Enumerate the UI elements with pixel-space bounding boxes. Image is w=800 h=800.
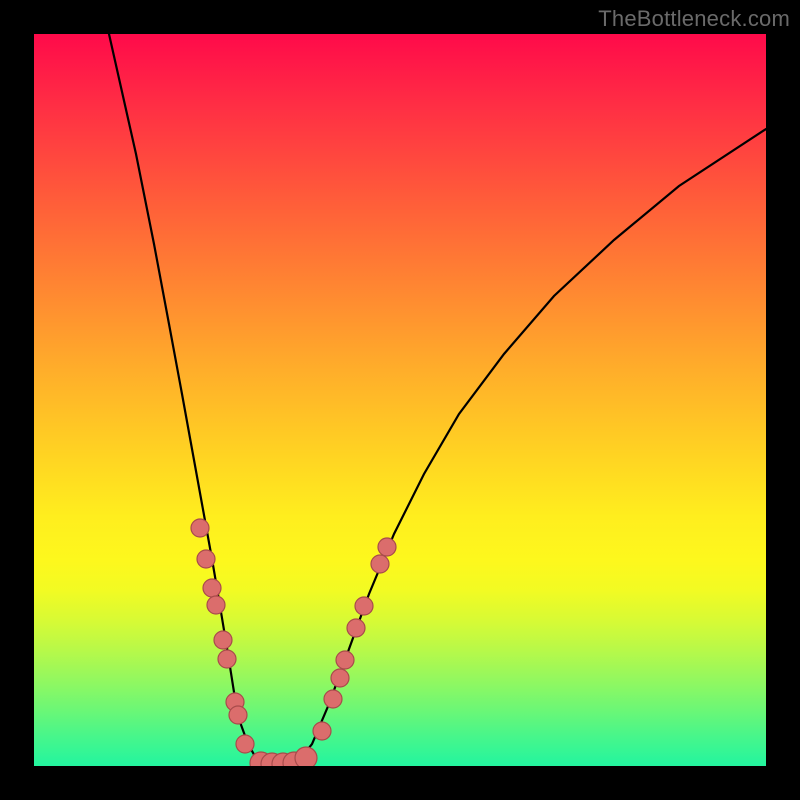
watermark-text: TheBottleneck.com — [598, 6, 790, 32]
data-marker — [191, 519, 209, 537]
data-marker — [355, 597, 373, 615]
data-marker — [197, 550, 215, 568]
data-marker — [347, 619, 365, 637]
data-marker — [331, 669, 349, 687]
data-marker — [371, 555, 389, 573]
data-marker — [378, 538, 396, 556]
chart-svg — [34, 34, 766, 766]
data-marker — [313, 722, 331, 740]
data-marker — [336, 651, 354, 669]
marker-group — [191, 519, 396, 766]
chart-frame — [34, 34, 766, 766]
data-marker — [207, 596, 225, 614]
data-marker — [236, 735, 254, 753]
data-marker — [203, 579, 221, 597]
data-marker — [324, 690, 342, 708]
curve-right — [296, 129, 766, 764]
data-marker — [218, 650, 236, 668]
data-marker — [295, 747, 317, 766]
data-marker — [214, 631, 232, 649]
curve-left — [109, 34, 264, 764]
data-marker — [229, 706, 247, 724]
